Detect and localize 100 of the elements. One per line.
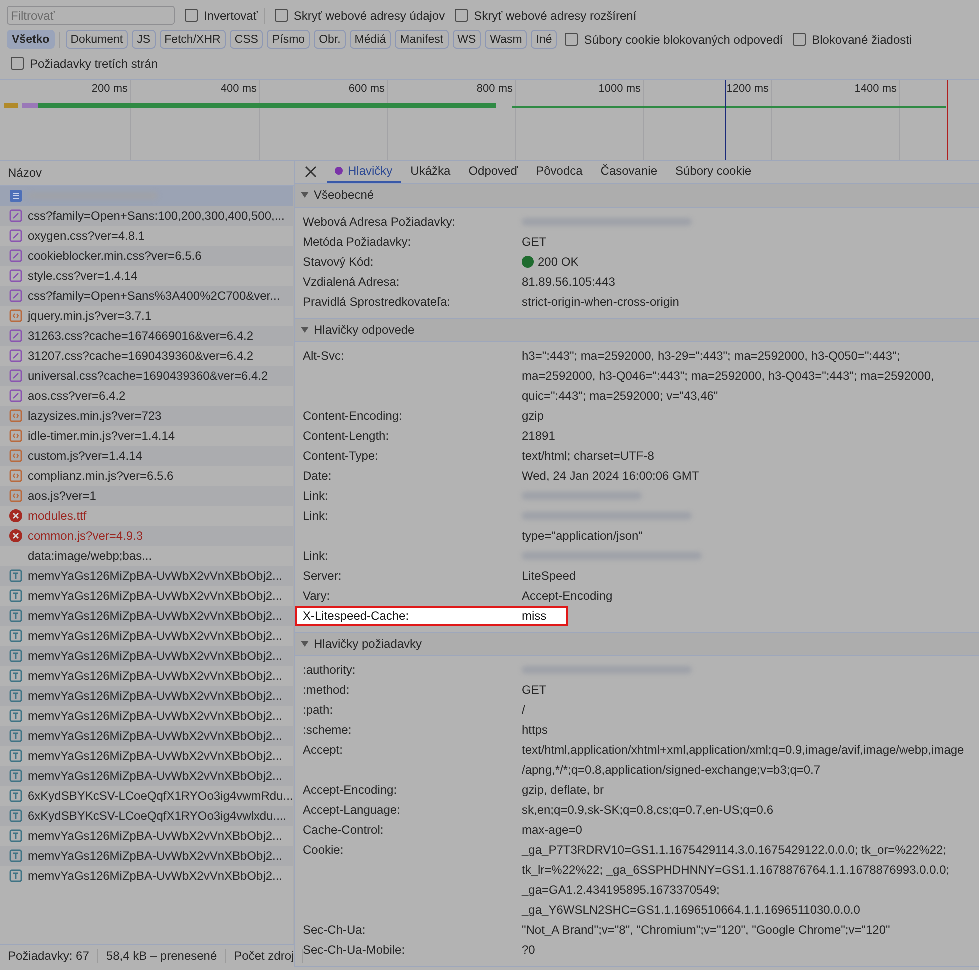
tab[interactable]: Súbory cookie [668,161,760,184]
request-row[interactable]: custom.js?ver=1.4.14 [0,446,294,466]
header-value: ma=2592000, h3-Q046=":443"; ma=2592000, h3-Q043=":443"; ma=2592000, [522,368,934,385]
header-name: Accept: [303,742,344,759]
request-row[interactable]: 31263.css?cache=1674669016&ver=6.4.2 [0,326,294,346]
document-icon [9,189,23,203]
checkbox[interactable]: Súbory cookie blokovaných odpovedí [565,32,784,46]
triangle-icon [301,191,309,200]
header-name: Accept-Language: [303,802,402,819]
request-row[interactable]: cookieblocker.min.css?ver=6.5.6 [0,246,294,266]
header-value: https [522,722,548,739]
font-icon [9,629,23,643]
header-value: /apng,*/*;q=0.8,application/signed-exchange;v=b3;q=0.7 [522,762,821,779]
type-filter-button[interactable]: JS [132,30,156,49]
request-row[interactable]: memvYaGs126MiZpBA-UvWbX2vVnXBbObj2... [0,606,294,626]
checkbox[interactable]: Blokované žiadosti [793,32,912,46]
request-row[interactable] [0,186,294,206]
header-name: Date: [303,468,333,485]
section-header[interactable]: Všeobecné [295,184,979,208]
tab[interactable]: Ukážka [402,161,459,184]
font-icon [9,809,23,823]
header-name: :method: [303,682,351,699]
header-value: Accept-Encoding [522,588,613,605]
request-row[interactable]: aos.js?ver=1 [0,486,294,506]
request-row[interactable]: 6xKydSBYKcSV-LCoeQqfX1RYOo3ig4vwlxdu.... [0,806,294,826]
font-icon [9,789,23,803]
time-tick-label: 400 ms [220,83,257,95]
checkbox[interactable]: Skryť webové adresy údajov [274,8,446,22]
font-icon [9,849,23,863]
type-filter-button[interactable]: Iné [531,30,558,49]
script-icon [9,409,23,423]
type-filter-button[interactable]: Všetko [7,30,55,49]
checkbox[interactable]: Požiadavky tretích strán [11,56,158,70]
header-value: _ga=GA1.2.434195895.1673370549; [522,882,720,899]
tab[interactable]: Časovanie [592,161,666,184]
section-header[interactable]: Hlavičky požiadavky [295,632,979,656]
stylesheet-icon [9,269,23,283]
header-value: LiteSpeed [522,568,576,585]
script-icon [9,469,23,483]
tab[interactable]: Odpoveď [460,161,526,184]
section-title: Všeobecné [314,188,374,202]
type-filter-button[interactable]: Manifest [395,30,449,49]
request-row[interactable]: memvYaGs126MiZpBA-UvWbX2vVnXBbObj2... [0,726,294,746]
header-value: type="application/json" [522,528,643,545]
type-filter-button[interactable]: Wasm [485,30,528,49]
header-value: / [522,702,526,719]
header-value: strict-origin-when-cross-origin [522,294,680,310]
request-row[interactable]: memvYaGs126MiZpBA-UvWbX2vVnXBbObj2... [0,686,294,706]
header-value: GET [522,682,547,699]
request-row[interactable]: css?family=Open+Sans:100,200,300,400,500,... [0,206,294,226]
header-name: Pravidlá Sprostredkovateľa: [303,294,452,310]
type-filter-button[interactable]: CSS [230,30,264,49]
header-name: Sec-Ch-Ua: [303,922,367,939]
header-value: h3=":443"; ma=2592000, h3-29=":443"; ma=2592000, h3-Q050=":443"; [522,348,900,365]
filter-field[interactable]: Filtrovať [7,6,175,25]
request-row[interactable]: memvYaGs126MiZpBA-UvWbX2vVnXBbObj2... [0,766,294,786]
stylesheet-icon [9,329,23,343]
header-name: Vzdialená Adresa: [303,274,401,290]
request-row[interactable]: memvYaGs126MiZpBA-UvWbX2vVnXBbObj2... [0,846,294,866]
stylesheet-icon [9,209,23,223]
header-value: max-age=0 [522,822,582,839]
type-filter-button[interactable]: Písmo [267,30,310,49]
section-header[interactable]: Hlavičky odpovede [295,318,979,342]
status-text: Požiadavky: 67 [0,949,98,963]
header-name: Link: [303,548,330,565]
type-filter-button[interactable]: WS [452,30,482,49]
request-row[interactable]: lazysizes.min.js?ver=723 [0,406,294,426]
request-row[interactable]: memvYaGs126MiZpBA-UvWbX2vVnXBbObj2... [0,566,294,586]
request-row[interactable]: universal.css?cache=1690439360&ver=6.4.2 [0,366,294,386]
close-icon[interactable] [305,166,317,178]
header-name: Content-Length: [303,428,390,445]
header-value: 21891 [522,428,556,445]
font-icon [9,869,23,883]
section-title: Hlavičky odpovede [314,322,415,337]
header-value: GET [522,234,547,250]
time-tick-label: 200 ms [92,83,128,95]
stylesheet-icon [9,289,23,303]
header-value: miss [522,608,547,625]
type-filter-button[interactable]: Dokument [66,30,128,49]
checkbox[interactable]: Skryť webové adresy rozšírení [455,8,637,22]
header-name: Link: [303,508,330,525]
stylesheet-icon [9,229,23,243]
header-name: Link: [303,488,330,505]
stylesheet-icon [9,249,23,263]
type-filter-button[interactable]: Fetch/XHR [160,30,226,49]
script-icon [9,309,23,323]
tab[interactable]: Pôvodca [528,161,591,184]
type-filter-button[interactable]: Médiá [350,30,392,49]
checkbox[interactable]: Invertovať [185,8,258,22]
request-row[interactable]: memvYaGs126MiZpBA-UvWbX2vVnXBbObj2... [0,646,294,666]
time-tick-label: 1400 ms [854,83,897,95]
status-text: Počet zdroj [226,949,304,963]
header-value: Wed, 24 Jan 2024 16:00:06 GMT [522,468,700,485]
header-value: text/html,application/xhtml+xml,application/xml;q=0.9,image/avif,image/webp,image [522,742,964,759]
type-filter-button[interactable]: Obr. [314,30,346,49]
time-tick-label: 1000 ms [598,83,641,95]
header-value: ?0 [522,942,536,959]
request-row[interactable]: css?family=Open+Sans%3A400%2C700&ver... [0,286,294,306]
stylesheet-icon [9,349,23,363]
font-icon [9,749,23,763]
